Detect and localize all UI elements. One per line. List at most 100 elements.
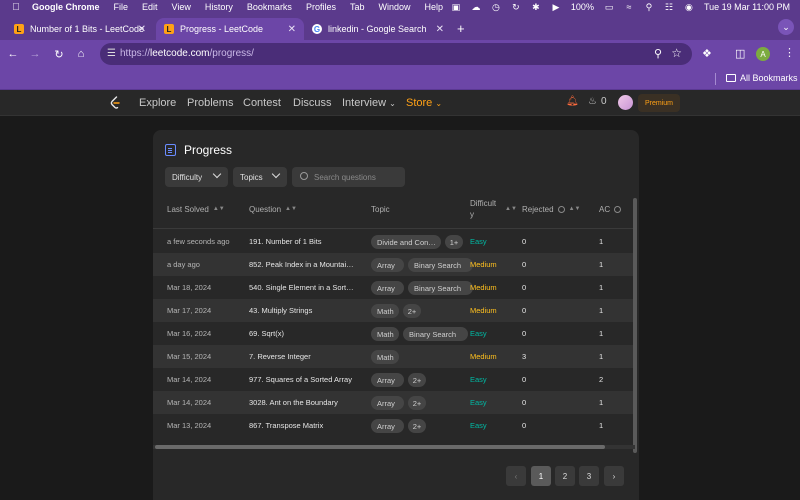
topic-chip[interactable]: Array	[371, 258, 404, 272]
premium-button[interactable]: Premium	[638, 94, 680, 112]
play-icon[interactable]: ▶	[551, 2, 561, 12]
horizontal-scrollbar[interactable]	[155, 445, 605, 449]
bluetooth-icon[interactable]: ✱	[531, 2, 541, 12]
table-row[interactable]: a few seconds ago 191. Number of 1 Bits Di…	[153, 230, 635, 253]
topic-chip[interactable]: Binary Search	[408, 258, 473, 272]
col-question[interactable]: Question ▲▼	[249, 204, 297, 215]
reload-icon[interactable]: ↻	[53, 48, 65, 61]
siri-icon[interactable]: ◉	[684, 2, 694, 12]
topic-chip[interactable]: 2+	[403, 304, 421, 318]
streak-counter[interactable]: ♨ 0	[588, 96, 607, 107]
sync-icon[interactable]: ↻	[511, 2, 521, 12]
difficulty-filter[interactable]: Difficulty	[165, 167, 228, 187]
topic-chip[interactable]: 1+	[445, 235, 463, 249]
topic-chip[interactable]: Divide and Con…	[371, 235, 441, 249]
battery-icon[interactable]: ▭	[604, 2, 614, 12]
nav-discuss[interactable]: Discuss	[293, 97, 332, 109]
cloud-icon[interactable]: ☁	[471, 2, 481, 12]
profile-avatar[interactable]: A	[756, 47, 770, 61]
vertical-scrollbar[interactable]	[633, 198, 637, 453]
tab-progress[interactable]: L Progress - LeetCode ✕	[156, 18, 304, 40]
control-center-icon[interactable]: ☷	[664, 2, 674, 12]
topic-chip[interactable]: 2+	[408, 396, 426, 410]
question-link[interactable]: 191. Number of 1 Bits	[249, 237, 322, 246]
forward-arrow-icon[interactable]: →	[29, 48, 41, 60]
extensions-puzzle-icon[interactable]: ❖	[702, 47, 712, 60]
menu-profiles[interactable]: Profiles	[306, 2, 336, 12]
table-row[interactable]: Mar 16, 2024 69. Sqrt(x) Math Binary Search…	[153, 322, 635, 345]
col-ac[interactable]: AC	[599, 204, 622, 215]
menu-history[interactable]: History	[205, 2, 233, 12]
menu-view[interactable]: View	[172, 2, 191, 12]
question-link[interactable]: 540. Single Element in a Sort…	[249, 283, 354, 292]
topic-chip[interactable]: Array	[371, 419, 404, 433]
nav-explore[interactable]: Explore	[139, 97, 176, 109]
sort-icon[interactable]: ▲▼	[505, 206, 517, 212]
col-difficulty[interactable]: Difficult y	[470, 198, 498, 220]
nav-contest[interactable]: Contest	[243, 97, 281, 109]
home-icon[interactable]: ⌂	[75, 48, 87, 60]
menu-bookmarks[interactable]: Bookmarks	[247, 2, 292, 12]
topic-chip[interactable]: Math	[371, 304, 399, 318]
topic-chip[interactable]: 2+	[408, 419, 426, 433]
tab-linkedin-search[interactable]: G linkedin - Google Search ✕	[304, 18, 452, 40]
user-avatar[interactable]	[618, 95, 633, 110]
back-arrow-icon[interactable]: ←	[7, 48, 19, 60]
topic-chip[interactable]: Math	[371, 350, 399, 364]
new-tab-plus-icon[interactable]: +	[457, 21, 465, 36]
close-icon[interactable]: ✕	[138, 24, 146, 35]
question-link[interactable]: 852. Peak Index in a Mountai…	[249, 260, 354, 269]
table-row[interactable]: Mar 17, 2024 43. Multiply Strings Math 2+ Me…	[153, 299, 635, 322]
menu-edit[interactable]: Edit	[142, 2, 158, 12]
menu-window[interactable]: Window	[378, 2, 410, 12]
pager-page-1[interactable]: 1	[531, 466, 551, 486]
question-link[interactable]: 3028. Ant on the Boundary	[249, 398, 338, 407]
col-last-solved[interactable]: Last Solved ▲▼	[167, 204, 225, 215]
leetcode-logo-icon[interactable]	[110, 96, 120, 110]
menu-app-name[interactable]: Google Chrome	[32, 2, 100, 12]
tab-number-of-1-bits[interactable]: L Number of 1 Bits - LeetCode ✕	[6, 18, 154, 40]
table-row[interactable]: a day ago 852. Peak Index in a Mountai… Ar…	[153, 253, 635, 276]
pager-prev-button[interactable]: ‹	[506, 466, 526, 486]
address-bar[interactable]: ☰ https://leetcode.com/progress/ ⚲ ☆	[100, 43, 692, 65]
search-input[interactable]	[314, 172, 400, 182]
time-machine-icon[interactable]: ◷	[491, 2, 501, 12]
menu-file[interactable]: File	[114, 2, 129, 12]
topic-chip[interactable]: Binary Search	[403, 327, 468, 341]
question-link[interactable]: 43. Multiply Strings	[249, 306, 312, 315]
topic-chip[interactable]: Array	[371, 396, 404, 410]
apple-icon[interactable]: 	[10, 2, 22, 13]
side-panel-icon[interactable]: ◫	[735, 47, 745, 60]
bookmark-star-icon[interactable]: ☆	[671, 46, 682, 60]
topic-chip[interactable]: Array	[371, 281, 404, 295]
zoom-icon[interactable]: ⚲	[654, 47, 662, 60]
nav-interview[interactable]: Interview ⌄	[342, 97, 396, 109]
notification-bell-icon[interactable]: 🔔︎	[566, 96, 579, 107]
table-row[interactable]: Mar 14, 2024 3028. Ant on the Boundary Arr…	[153, 391, 635, 414]
table-row[interactable]: Mar 14, 2024 977. Squares of a Sorted Arr…	[153, 368, 635, 391]
menu-tab[interactable]: Tab	[350, 2, 365, 12]
table-row[interactable]: Mar 15, 2024 7. Reverse Integer Math Medium…	[153, 345, 635, 368]
table-row[interactable]: Mar 18, 2024 540. Single Element in a Sor…	[153, 276, 635, 299]
topics-filter[interactable]: Topics	[233, 167, 287, 187]
table-row[interactable]: Mar 13, 2024 867. Transpose Matrix Array 2+…	[153, 414, 635, 437]
chrome-menu-icon[interactable]: ⋮	[784, 46, 795, 59]
close-icon[interactable]: ✕	[436, 24, 444, 35]
nav-store[interactable]: Store ⌄	[406, 97, 442, 109]
topic-chip[interactable]: Binary Search	[408, 281, 473, 295]
nav-problems[interactable]: Problems	[187, 97, 233, 109]
question-link[interactable]: 867. Transpose Matrix	[249, 421, 323, 430]
tab-search-chevron-icon[interactable]: ⌄	[778, 19, 794, 35]
wifi-icon[interactable]: ≈	[624, 2, 634, 12]
topic-chip[interactable]: 2+	[408, 373, 426, 387]
question-link[interactable]: 69. Sqrt(x)	[249, 329, 284, 338]
pager-page-2[interactable]: 2	[555, 466, 575, 486]
site-settings-icon[interactable]: ☰	[107, 48, 116, 59]
spotlight-search-icon[interactable]: ⚲	[644, 2, 654, 12]
close-icon[interactable]: ✕	[288, 24, 296, 35]
pager-page-3[interactable]: 3	[579, 466, 599, 486]
question-link[interactable]: 977. Squares of a Sorted Array	[249, 375, 352, 384]
topic-chip[interactable]: Array	[371, 373, 404, 387]
address-url[interactable]: https://leetcode.com/progress/	[120, 48, 254, 59]
menu-clock[interactable]: Tue 19 Mar 11:00 PM	[704, 2, 790, 12]
